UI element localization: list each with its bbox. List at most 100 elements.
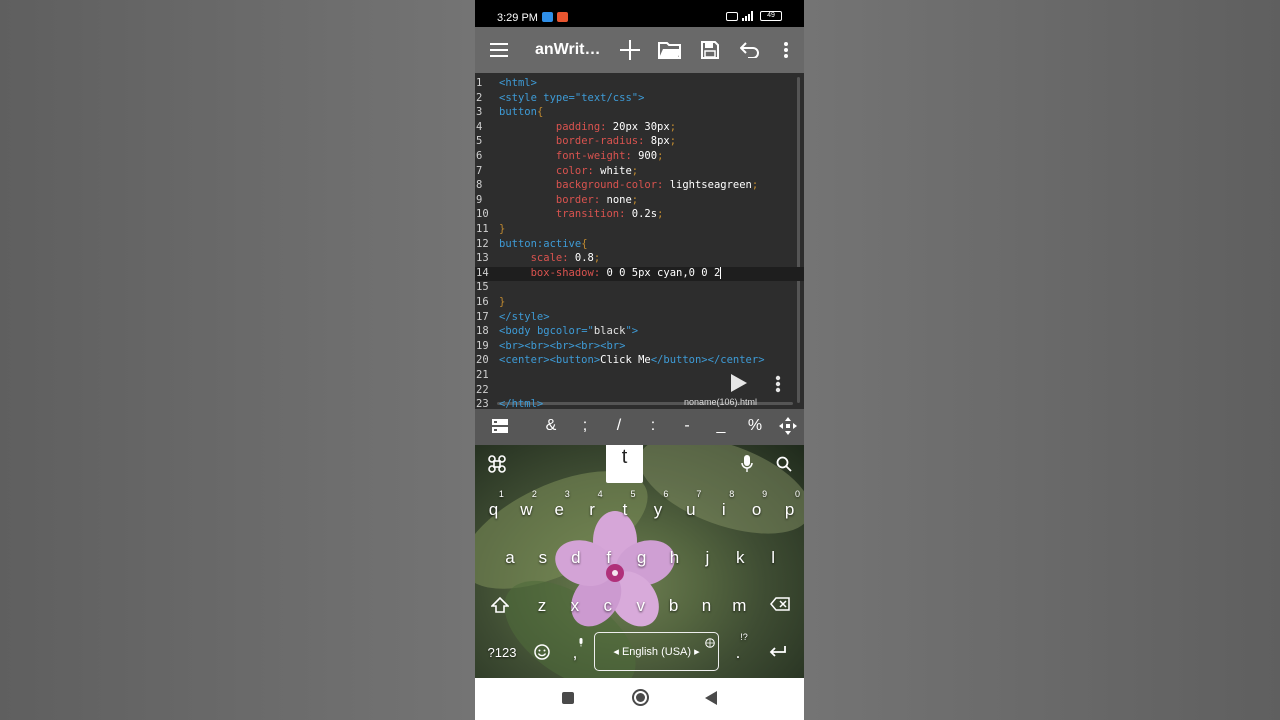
symbol-key[interactable]: ; — [574, 417, 596, 435]
key-g[interactable]: g — [627, 548, 657, 568]
key-d[interactable]: d — [561, 548, 591, 568]
key-i[interactable]: i — [709, 500, 739, 520]
save-icon[interactable] — [697, 27, 723, 73]
line-number: 8 — [476, 179, 483, 192]
code-line[interactable]: 5 border-radius: 8px; — [475, 135, 804, 150]
key-c[interactable]: c — [593, 596, 623, 616]
key-t[interactable]: t — [610, 500, 640, 520]
shift-key[interactable] — [490, 596, 510, 618]
code-line[interactable]: 1 <html> — [475, 77, 804, 92]
key-u[interactable]: u — [676, 500, 706, 520]
battery-icon: 49 — [760, 11, 782, 21]
code-token: "text/css"> — [574, 91, 645, 104]
line-number: 7 — [476, 164, 483, 177]
symbol-key[interactable]: % — [744, 417, 766, 435]
code-line[interactable]: 10 transition: 0.2s; — [475, 208, 804, 223]
key-q[interactable]: q — [478, 500, 508, 520]
space-bar[interactable]: ◂ English (USA) ▸ — [594, 632, 719, 671]
key-o[interactable]: o — [742, 500, 772, 520]
enter-key[interactable] — [769, 645, 787, 664]
key-s[interactable]: s — [528, 548, 558, 568]
code-line[interactable]: 6 font-weight: 900; — [475, 150, 804, 165]
voice-input-icon[interactable] — [741, 455, 753, 478]
emoji-key[interactable] — [534, 644, 550, 665]
symbols-key[interactable]: ?123 — [484, 645, 520, 660]
code-line[interactable]: 9 border: none; — [475, 194, 804, 209]
cursor-move-icon[interactable] — [777, 417, 799, 440]
code-token: border-radius: — [555, 135, 645, 148]
code-line[interactable]: 20 <center><button>Click Me</button></cen… — [475, 354, 804, 369]
code-line[interactable]: 16} — [475, 296, 804, 311]
key-v[interactable]: v — [626, 596, 656, 616]
code-text: <br><br><br><br><br> — [499, 340, 625, 352]
key-z[interactable]: z — [527, 596, 557, 616]
code-text: border-radius: 8px; — [499, 135, 676, 147]
code-line[interactable]: 15 — [475, 281, 804, 296]
line-number: 13 — [476, 252, 489, 265]
symbol-key[interactable]: / — [608, 417, 630, 435]
symbol-key[interactable]: - — [676, 417, 698, 435]
key-r[interactable]: r — [577, 500, 607, 520]
symbol-panel-icon[interactable] — [489, 419, 511, 438]
status-time: 3:29 PM — [497, 12, 538, 24]
overflow-menu-icon[interactable] — [776, 27, 796, 73]
code-editor[interactable]: noname(106).html 1 <html> 2 <style type="te… — [475, 73, 804, 409]
code-text: transition: 0.2s; — [499, 208, 663, 220]
open-folder-icon[interactable] — [656, 27, 684, 73]
code-text: <body bgcolor="black"> — [499, 325, 638, 337]
key-b[interactable]: b — [659, 596, 689, 616]
code-line[interactable]: 2 <style type="text/css"> — [475, 92, 804, 107]
code-line[interactable]: 8 background-color: lightseagreen; — [475, 179, 804, 194]
back-button[interactable] — [705, 691, 717, 705]
code-line[interactable]: 14 box-shadow: 0 0 5px cyan,0 0 2 — [475, 266, 804, 282]
key-l[interactable]: l — [758, 548, 788, 568]
symbol-key[interactable]: _ — [710, 417, 732, 435]
code-line[interactable]: 23 </html> — [475, 398, 804, 409]
code-line[interactable]: 22 — [475, 384, 804, 399]
keyboard-settings-icon[interactable] — [488, 455, 506, 478]
code-token: Click Me — [600, 354, 651, 367]
key-j[interactable]: j — [692, 548, 722, 568]
code-token: none — [600, 193, 632, 206]
code-line[interactable]: 3 button{ — [475, 106, 804, 121]
key-w[interactable]: w — [511, 500, 541, 520]
key-y[interactable]: y — [643, 500, 673, 520]
code-token: type= — [543, 91, 575, 104]
key-a[interactable]: a — [495, 548, 525, 568]
code-text: <center><button>Click Me</button></cente… — [499, 354, 765, 366]
period-key[interactable]: . — [723, 643, 753, 663]
code-line[interactable]: 18 <body bgcolor="black"> — [475, 325, 804, 340]
code-line[interactable]: 7 color: white; — [475, 165, 804, 180]
code-line[interactable]: 17 </style> — [475, 311, 804, 326]
key-n[interactable]: n — [692, 596, 722, 616]
line-number: 2 — [476, 91, 483, 104]
code-line[interactable]: 12 button:active{ — [475, 238, 804, 253]
code-token: black — [593, 325, 626, 338]
code-line[interactable]: 13 scale: 0.8; — [475, 252, 804, 267]
key-h[interactable]: h — [660, 548, 690, 568]
symbol-key[interactable]: : — [642, 417, 664, 435]
code-line[interactable]: 21 — [475, 369, 804, 384]
key-p[interactable]: p — [775, 500, 804, 520]
symbol-key[interactable]: & — [540, 417, 562, 435]
period-hint: !? — [740, 632, 748, 642]
key-m[interactable]: m — [724, 596, 754, 616]
key-f[interactable]: f — [594, 548, 624, 568]
keyboard-search-icon[interactable] — [776, 456, 792, 477]
home-button[interactable] — [632, 689, 649, 706]
backspace-key[interactable] — [770, 597, 790, 616]
code-line[interactable]: 19 <br><br><br><br><br> — [475, 340, 804, 355]
line-number: 21 — [476, 369, 489, 381]
key-k[interactable]: k — [725, 548, 755, 568]
menu-icon[interactable] — [485, 27, 513, 73]
key-number-hint: 4 — [597, 489, 603, 499]
code-line[interactable]: 4 padding: 20px 30px; — [475, 121, 804, 136]
new-file-icon[interactable] — [617, 27, 643, 73]
undo-icon[interactable] — [737, 27, 763, 73]
key-x[interactable]: x — [560, 596, 590, 616]
code-line[interactable]: 11} — [475, 223, 804, 238]
comma-key[interactable]: , — [560, 643, 590, 663]
recent-apps-button[interactable] — [562, 692, 574, 704]
key-e[interactable]: e — [544, 500, 574, 520]
